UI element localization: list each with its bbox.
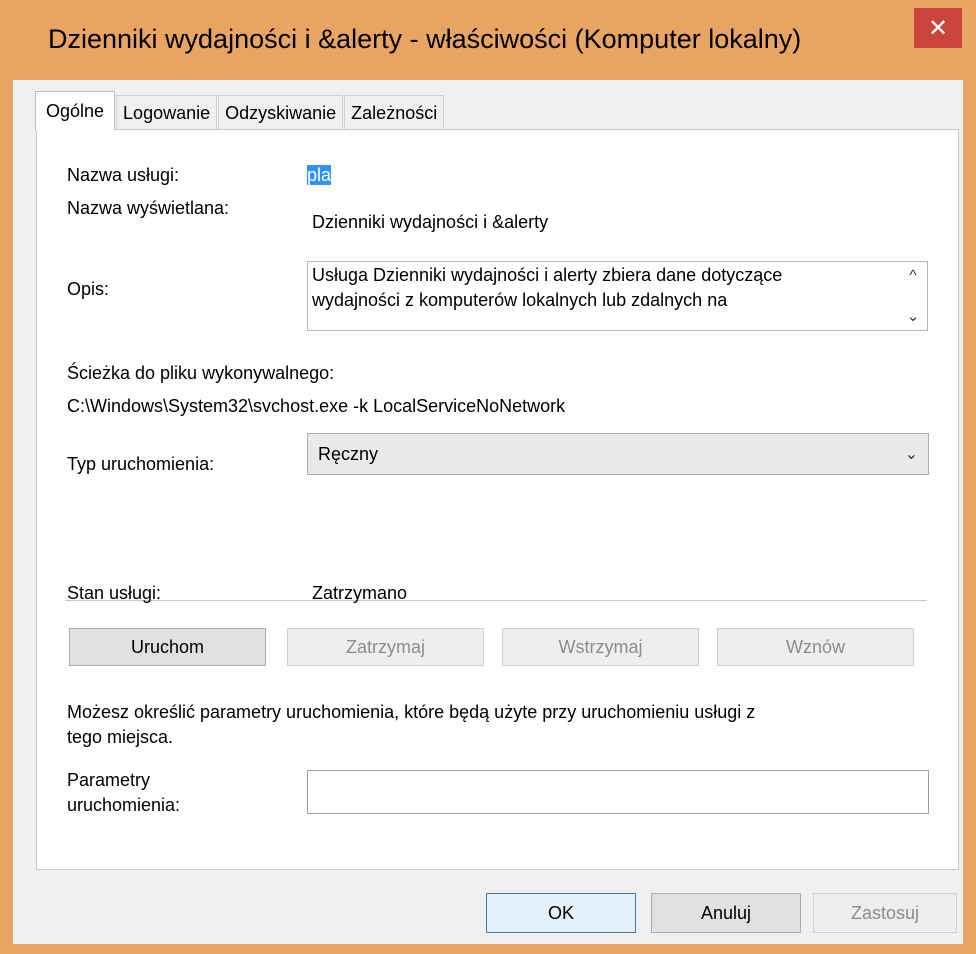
startup-type-value: Ręczny <box>318 444 379 464</box>
stop-button[interactable]: Zatrzymaj <box>287 628 484 666</box>
close-button[interactable]: ✕ <box>914 8 962 48</box>
scroll-down-icon[interactable]: ⌄ <box>907 309 920 324</box>
description-label: Opis: <box>67 279 110 299</box>
window-title: Dzienniki wydajności i &alerty - właściw… <box>48 24 802 54</box>
tab-recovery[interactable]: Odzyskiwanie <box>218 95 344 130</box>
scroll-up-icon[interactable]: ^ <box>909 268 916 283</box>
description-scrollbar[interactable]: ^ ⌄ <box>899 262 927 330</box>
ok-button[interactable]: OK <box>486 893 636 933</box>
title-bar[interactable]: Dzienniki wydajności i &alerty - właściw… <box>0 0 976 80</box>
start-button[interactable]: Uruchom <box>69 628 266 666</box>
start-parameters-label-line-2: uruchomienia: <box>67 795 181 815</box>
start-parameters-input[interactable] <box>307 770 929 814</box>
description-line-1: Usługa Dzienniki wydajności i alerty zbi… <box>312 265 783 285</box>
startup-type-dropdown[interactable]: Ręczny ⌄ <box>307 433 929 475</box>
general-tab-panel: Nazwa usługi: pla Nazwa wyświetlana: Dzi… <box>36 129 959 870</box>
service-status-label: Stan usługi: <box>67 583 162 603</box>
tab-dependencies[interactable]: Zależności <box>344 95 445 130</box>
start-parameters-label: Parametry uruchomienia: <box>67 768 180 818</box>
resume-button[interactable]: Wznów <box>717 628 914 666</box>
executable-path-label: Ścieżka do pliku wykonywalnego: <box>67 363 335 383</box>
executable-path-value: C:\Windows\System32\svchost.exe -k Local… <box>67 396 566 416</box>
cancel-button[interactable]: Anuluj <box>651 893 801 933</box>
display-name-value[interactable]: Dzienniki wydajności i &alerty <box>312 212 548 233</box>
description-line-2: wydajności z komputerów lokalnych lub zd… <box>312 290 728 310</box>
divider <box>65 600 927 601</box>
chevron-down-icon: ⌄ <box>904 446 918 463</box>
service-name-value[interactable]: pla <box>307 165 332 186</box>
dialog-client-area: Ogólne Logowanie Odzyskiwanie Zależności… <box>13 80 963 944</box>
tab-general[interactable]: Ogólne <box>35 91 116 130</box>
description-text: Usługa Dzienniki wydajności i alerty zbi… <box>312 263 892 313</box>
tab-logon[interactable]: Logowanie <box>116 95 218 130</box>
pause-button[interactable]: Wstrzymaj <box>502 628 699 666</box>
service-name-selected-text: pla <box>307 165 332 185</box>
service-name-label: Nazwa usługi: <box>67 165 180 185</box>
start-parameters-info-line-2: tego miejsca. <box>67 727 174 747</box>
close-icon: ✕ <box>927 14 949 42</box>
description-field[interactable]: Usługa Dzienniki wydajności i alerty zbi… <box>307 261 928 331</box>
service-status-value: Zatrzymano <box>312 583 408 603</box>
startup-type-label: Typ uruchomienia: <box>67 454 215 474</box>
properties-window: Dzienniki wydajności i &alerty - właściw… <box>0 0 976 954</box>
apply-button[interactable]: Zastosuj <box>813 893 957 933</box>
start-parameters-info: Możesz określić parametry uruchomienia, … <box>67 700 755 750</box>
start-parameters-label-line-1: Parametry <box>67 770 151 790</box>
tab-strip: Ogólne Logowanie Odzyskiwanie Zależności <box>35 90 445 130</box>
display-name-label: Nazwa wyświetlana: <box>67 198 230 218</box>
start-parameters-info-line-1: Możesz określić parametry uruchomienia, … <box>67 702 756 722</box>
